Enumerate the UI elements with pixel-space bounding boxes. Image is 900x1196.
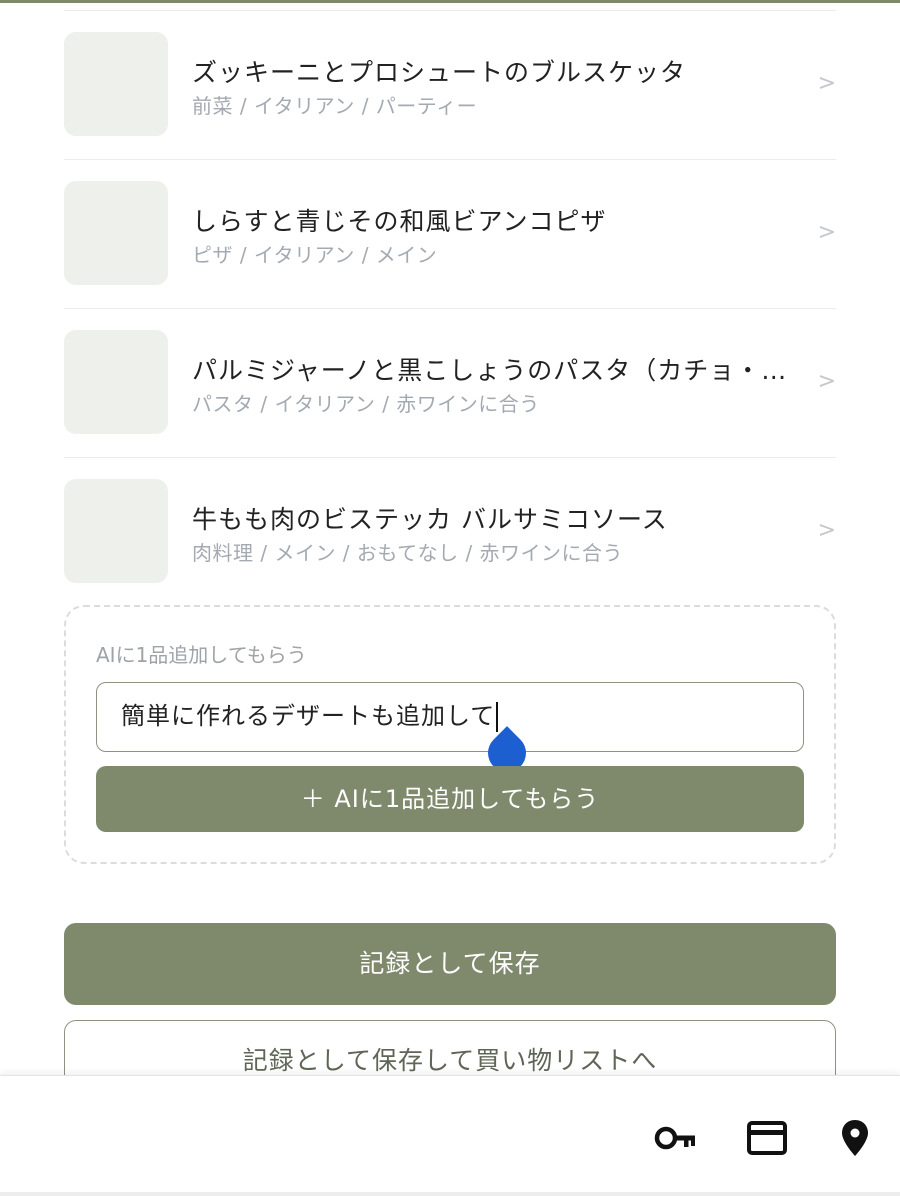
chevron-right-icon: > [817, 369, 836, 394]
chevron-right-icon: > [817, 518, 836, 543]
recipe-title: しらすと青じその和風ビアンコピザ [192, 207, 607, 236]
ai-request-input-value: 簡単に作れるデザートも追加して [121, 702, 496, 730]
recipe-tags: 前菜 / イタリアン / パーティー [192, 94, 478, 118]
list-top-divider [64, 3, 836, 11]
recipe-tags: 肉料理 / メイン / おもてなし / 赤ワインに合う [192, 541, 624, 565]
recipe-title: 牛もも肉のビステッカ バルサミコソース [192, 505, 668, 534]
recipe-item-2[interactable]: しらすと青じその和風ビアンコピザ ピザ / イタリアン / メイン > [64, 160, 836, 309]
recipe-thumbnail [64, 181, 168, 285]
recipe-title: パルミジャーノと黒こしょうのパスタ（カチョ・… [192, 356, 788, 385]
credit-card-icon[interactable] [745, 1116, 789, 1160]
ai-add-dish-panel: AIに1品追加してもらう 簡単に作れるデザートも追加して ＋ AIに1品追加して… [64, 605, 836, 864]
recipe-item-3[interactable]: パルミジャーノと黒こしょうのパスタ（カチョ・… パスタ / イタリアン / 赤ワ… [64, 309, 836, 458]
recipe-thumbnail [64, 32, 168, 136]
chevron-right-icon: > [817, 220, 836, 245]
text-caret [496, 702, 499, 732]
bottom-edge [0, 1192, 900, 1196]
location-pin-icon[interactable] [833, 1116, 877, 1160]
recipe-title: ズッキーニとプロシュートのブルスケッタ [192, 58, 687, 87]
key-icon[interactable] [654, 1116, 698, 1160]
ai-request-input[interactable]: 簡単に作れるデザートも追加して [96, 682, 804, 752]
ai-add-dish-button[interactable]: ＋ AIに1品追加してもらう [96, 766, 804, 832]
recipe-item-4[interactable]: 牛もも肉のビステッカ バルサミコソース 肉料理 / メイン / おもてなし / … [64, 458, 836, 607]
ai-add-label: AIに1品追加してもらう [96, 643, 307, 667]
recipe-list: ズッキーニとプロシュートのブルスケッタ 前菜 / イタリアン / パーティー >… [64, 3, 836, 607]
bottom-toolbar [0, 1075, 900, 1196]
recipe-thumbnail [64, 479, 168, 583]
chevron-right-icon: > [817, 71, 836, 96]
save-record-button[interactable]: 記録として保存 [64, 923, 836, 1005]
recipe-tags: パスタ / イタリアン / 赤ワインに合う [192, 392, 540, 416]
recipe-tags: ピザ / イタリアン / メイン [192, 243, 438, 267]
recipe-item-1[interactable]: ズッキーニとプロシュートのブルスケッタ 前菜 / イタリアン / パーティー > [64, 11, 836, 160]
recipe-thumbnail [64, 330, 168, 434]
